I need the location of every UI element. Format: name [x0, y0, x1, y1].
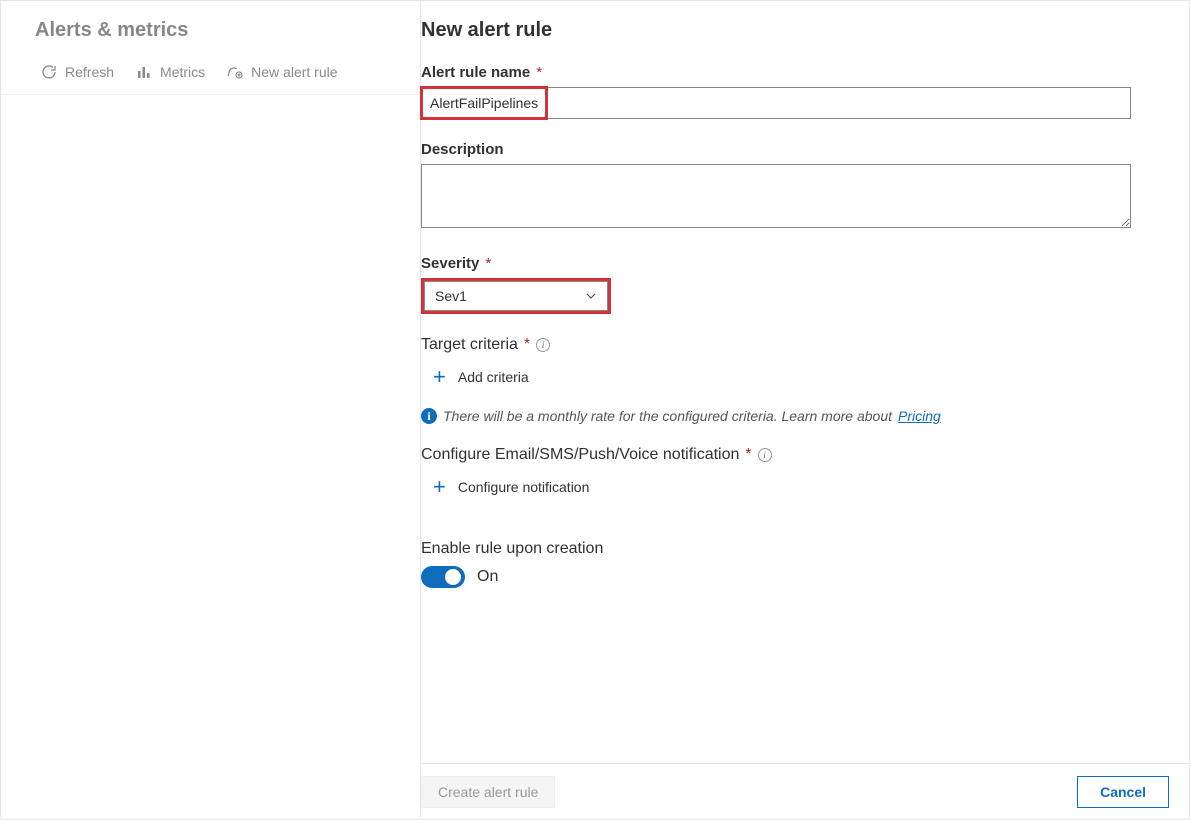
pricing-link[interactable]: Pricing [898, 408, 941, 424]
metrics-button[interactable]: Metrics [136, 64, 205, 80]
metrics-label: Metrics [160, 64, 205, 80]
alert-name-highlight: AlertFailPipelines [420, 86, 548, 120]
add-criteria-button[interactable]: + Add criteria [421, 360, 1169, 394]
alert-name-label: Alert rule name * [421, 64, 1169, 81]
configure-notification-label: Configure notification [458, 479, 590, 495]
notification-label: Configure Email/SMS/Push/Voice notificat… [421, 446, 1169, 464]
sidebar-toolbar: Refresh Metrics New alert rule [1, 60, 420, 95]
required-asterisk: * [524, 336, 530, 354]
refresh-label: Refresh [65, 64, 114, 80]
field-severity: Severity * Sev1 [421, 255, 1169, 314]
add-criteria-label: Add criteria [458, 369, 529, 385]
field-enable: Enable rule upon creation On [421, 540, 1169, 588]
target-criteria-label: Target criteria * i [421, 336, 1169, 354]
pricing-info: i There will be a monthly rate for the c… [421, 408, 1169, 424]
main: New alert rule Alert rule name * AlertFa… [421, 1, 1189, 819]
refresh-button[interactable]: Refresh [41, 64, 114, 80]
pricing-info-text: There will be a monthly rate for the con… [443, 408, 892, 424]
alert-name-input-wrap[interactable]: AlertFailPipelines [421, 87, 1131, 119]
required-asterisk: * [745, 446, 751, 464]
chevron-down-icon [585, 290, 597, 302]
refresh-icon [41, 64, 57, 80]
severity-highlight: Sev1 [421, 278, 611, 314]
info-icon[interactable]: i [536, 338, 550, 352]
severity-value: Sev1 [435, 288, 467, 304]
cancel-button[interactable]: Cancel [1077, 776, 1169, 808]
severity-select[interactable]: Sev1 [424, 281, 608, 311]
description-label: Description [421, 141, 1169, 158]
footer: Create alert rule Cancel [421, 763, 1189, 819]
info-solid-icon: i [421, 408, 437, 424]
info-icon[interactable]: i [758, 448, 772, 462]
plus-icon: + [433, 476, 446, 498]
enable-toggle-row: On [421, 566, 1169, 588]
sidebar: Alerts & metrics Refresh Metrics New ale… [1, 1, 421, 819]
new-alert-rule-label: New alert rule [251, 64, 337, 80]
new-alert-rule-button[interactable]: New alert rule [227, 64, 337, 80]
enable-label: Enable rule upon creation [421, 540, 1169, 558]
field-notification: Configure Email/SMS/Push/Voice notificat… [421, 446, 1169, 504]
form-content: New alert rule Alert rule name * AlertFa… [421, 1, 1189, 763]
create-alert-rule-button: Create alert rule [421, 776, 555, 808]
field-target-criteria: Target criteria * i + Add criteria i The… [421, 336, 1169, 424]
plus-icon: + [433, 366, 446, 388]
enable-toggle[interactable] [421, 566, 465, 588]
required-asterisk: * [536, 64, 542, 81]
barchart-icon [136, 64, 152, 80]
page-title: New alert rule [421, 19, 1169, 42]
sidebar-title: Alerts & metrics [35, 19, 420, 42]
toggle-knob [445, 569, 461, 585]
configure-notification-button[interactable]: + Configure notification [421, 470, 1169, 504]
description-input[interactable] [421, 164, 1131, 228]
app-root: Alerts & metrics Refresh Metrics New ale… [0, 0, 1190, 820]
field-description: Description [421, 141, 1169, 233]
alert-plus-icon [227, 64, 243, 80]
severity-label: Severity * [421, 255, 1169, 272]
required-asterisk: * [485, 255, 491, 272]
field-alert-name: Alert rule name * AlertFailPipelines [421, 64, 1169, 119]
toggle-state-label: On [477, 568, 498, 586]
